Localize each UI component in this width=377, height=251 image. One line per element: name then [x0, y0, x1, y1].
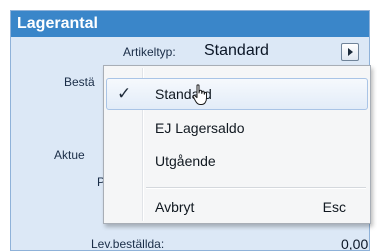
menu-separator: [146, 187, 366, 189]
obscured-label-aktue: Aktue: [54, 148, 85, 162]
artikeltyp-dropdown-button[interactable]: [341, 43, 359, 61]
panel-title: Lagerantal: [11, 11, 369, 37]
menu-item-ej-lagersaldo[interactable]: EJ Lagersaldo: [106, 112, 368, 144]
obscured-label-besta: Bestä: [64, 75, 95, 89]
checkmark-icon: ✓: [117, 84, 132, 103]
menu-item-label: Utgående: [155, 153, 216, 169]
artikeltyp-context-menu: ✓ Standard EJ Lagersaldo Utgående Avbryt…: [103, 65, 371, 224]
menu-item-label: Avbryt: [155, 199, 195, 215]
menu-item-utgaende[interactable]: Utgående: [106, 145, 368, 177]
hand-cursor-icon: [192, 84, 207, 105]
triangle-right-icon: [348, 48, 353, 56]
artikeltyp-value[interactable]: Standard: [204, 42, 269, 60]
menu-item-avbryt[interactable]: Avbryt Esc: [106, 191, 368, 223]
lev-bestallda-label: Lev.beställda:: [91, 237, 165, 251]
menu-item-standard[interactable]: ✓ Standard: [106, 78, 368, 110]
artikeltyp-label: Artikeltyp:: [123, 45, 176, 59]
menu-item-label: EJ Lagersaldo: [155, 120, 245, 136]
lev-bestallda-value: 0,00: [341, 236, 369, 251]
menu-item-shortcut: Esc: [322, 199, 346, 215]
